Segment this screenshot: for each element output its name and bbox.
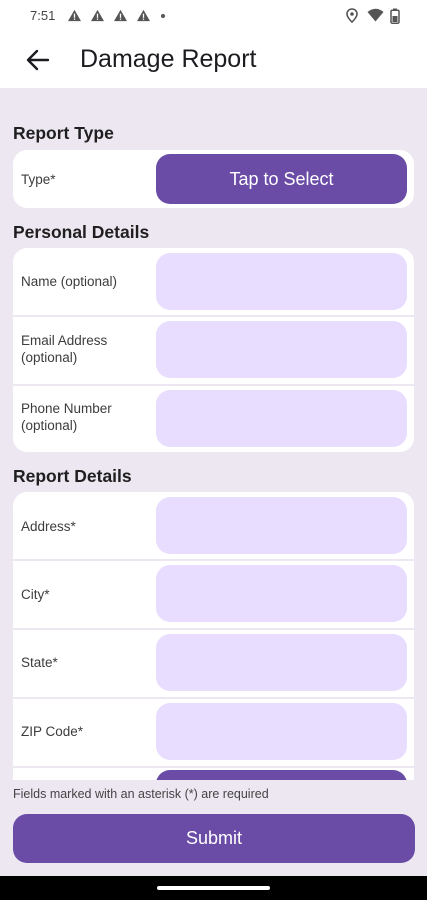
email-label: Email Address (optional) [21,333,108,365]
name-input[interactable] [156,253,407,310]
city-input[interactable] [156,565,407,622]
personal-details-card: Name (optional) Email Address (optional)… [13,248,414,452]
address-row: Address* [13,492,414,558]
email-row: Email Address (optional) [13,317,414,383]
city-row: City* [13,561,414,627]
notification-dot-icon [161,14,165,18]
report-type-card: Type* Tap to Select [13,150,414,208]
state-label: State* [21,655,58,670]
system-nav-bar [0,876,427,900]
type-select-button[interactable]: Tap to Select [156,154,407,204]
city-label: City* [21,587,50,602]
status-bar: 7:51 [0,0,427,32]
partial-select-button[interactable] [156,770,407,780]
address-input[interactable] [156,497,407,554]
warning-icon [114,9,127,22]
section-title-report-type: Report Type [13,123,114,143]
name-row: Name (optional) [13,248,414,314]
row-divider [13,766,414,768]
state-row: State* [13,630,414,696]
type-row: Type* Tap to Select [13,150,414,208]
phone-row: Phone Number (optional) [13,386,414,452]
home-gesture-handle[interactable] [157,886,270,890]
email-input[interactable] [156,321,407,378]
section-title-personal-details: Personal Details [13,222,150,242]
warning-icon [68,9,81,22]
zip-input[interactable] [156,703,407,760]
warning-icon [137,9,150,22]
report-details-card: Address* City* State* ZIP Code* [13,492,414,780]
location-icon [346,8,358,23]
zip-row: ZIP Code* [13,699,414,765]
back-arrow-icon[interactable] [24,46,52,74]
battery-icon [390,8,400,24]
app-bar: Damage Report [0,32,427,88]
form-scroll-area[interactable]: Report Type Type* Tap to Select Personal… [0,88,427,780]
phone-input[interactable] [156,390,407,447]
status-time: 7:51 [30,8,56,23]
wifi-icon [367,8,384,22]
required-fields-note: Fields marked with an asterisk (*) are r… [13,787,269,801]
warning-icon [91,9,104,22]
name-label: Name (optional) [21,274,118,289]
page-title: Damage Report [80,45,257,73]
state-input[interactable] [156,634,407,691]
type-label: Type* [21,172,56,187]
zip-label: ZIP Code* [21,724,84,739]
address-label: Address* [21,519,76,534]
phone-label: Phone Number (optional) [21,401,112,433]
submit-button[interactable]: Submit [13,814,415,863]
section-title-report-details: Report Details [13,466,132,486]
